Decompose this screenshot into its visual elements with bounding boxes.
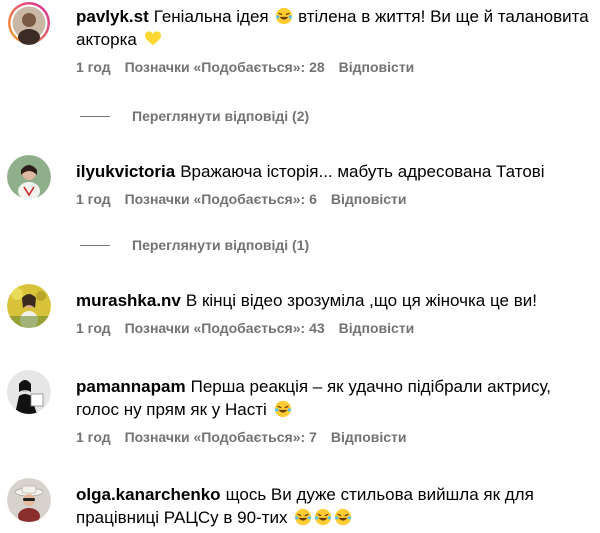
reply-button[interactable]: Відповісти	[339, 59, 415, 75]
likes-count[interactable]: Позначки «Подобається»: 28	[125, 59, 325, 75]
username[interactable]: murashka.nv	[76, 291, 181, 310]
laughing-face-icon	[274, 400, 291, 418]
divider	[80, 115, 110, 117]
reply-button[interactable]: Відповісти	[339, 320, 415, 336]
avatar[interactable]	[7, 478, 51, 522]
comment-text: olga.kanarchenko щось Ви дуже стильова ви…	[76, 485, 534, 527]
username[interactable]: ilyukvictoria	[76, 162, 175, 181]
comment-meta: 1 год Позначки «Подобається»: 7 Відповісти	[76, 429, 592, 445]
username[interactable]: olga.kanarchenko	[76, 485, 221, 504]
reply-button[interactable]: Відповісти	[331, 429, 407, 445]
laughing-face-icon	[276, 7, 293, 25]
comment-time[interactable]: 1 год	[76, 429, 111, 445]
comment-text: murashka.nv В кінці відео зрозуміла ,що ц…	[76, 291, 537, 310]
divider	[80, 244, 110, 246]
comment-text: pamannapam Перша реакція – як удачно піді…	[76, 377, 551, 419]
likes-count[interactable]: Позначки «Подобається»: 6	[125, 191, 317, 207]
view-replies-button[interactable]: Переглянути відповіді (1)	[80, 237, 309, 253]
comment-text: pavlyk.st Геніальна ідея втілена в життя!…	[76, 7, 589, 49]
comment-meta: 1 год Позначки «Подобається»: 43 Відповіст…	[76, 320, 592, 336]
avatar[interactable]	[7, 370, 51, 414]
likes-count[interactable]: Позначки «Подобається»: 43	[125, 320, 325, 336]
comment-time[interactable]: 1 год	[76, 59, 111, 75]
laughing-face-icon	[295, 508, 312, 526]
laughing-face-icon	[335, 508, 352, 526]
comment-text: ilyukvictoria Вражаюча історія... мабуть …	[76, 162, 545, 181]
yellow-heart-icon	[144, 31, 161, 46]
likes-count[interactable]: Позначки «Подобається»: 7	[125, 429, 317, 445]
comment-time[interactable]: 1 год	[76, 320, 111, 336]
username[interactable]: pavlyk.st	[76, 7, 149, 26]
avatar[interactable]	[7, 155, 51, 199]
comment-meta: 1 год Позначки «Подобається»: 28 Відповіст…	[76, 59, 592, 75]
view-replies-button[interactable]: Переглянути відповіді (2)	[80, 108, 309, 124]
laughing-face-icon	[315, 508, 332, 526]
avatar[interactable]	[7, 1, 51, 45]
avatar[interactable]	[7, 284, 51, 328]
comment-time[interactable]: 1 год	[76, 191, 111, 207]
reply-button[interactable]: Відповісти	[331, 191, 407, 207]
username[interactable]: pamannapam	[76, 377, 186, 396]
comment-meta: 1 год Позначки «Подобається»: 6 Відповісти	[76, 191, 592, 207]
